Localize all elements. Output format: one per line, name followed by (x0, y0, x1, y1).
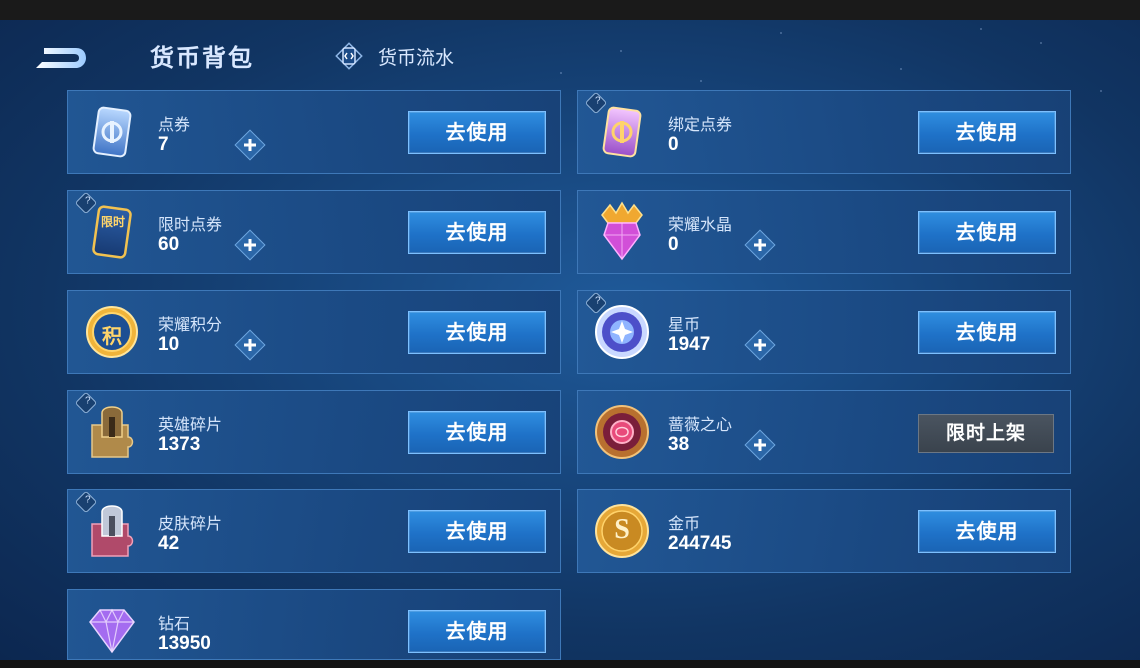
bound-coupon-ticket-icon (592, 101, 652, 163)
currency-card-star-coin: 星币 1947 去使用 (577, 290, 1071, 374)
limited-coupon-icon-text: 限时 (100, 215, 125, 229)
currency-card-gold-coin: S 金币 244745 去使用 (577, 489, 1071, 573)
currency-card-bound-coupon: 绑定点券 0 去使用 (577, 90, 1071, 174)
currency-amount: 13950 (158, 633, 211, 654)
use-skin-fragment-button[interactable]: 去使用 (408, 510, 546, 553)
glory-points-icon-text: 积 (102, 324, 122, 348)
back-arrow-icon (36, 48, 86, 68)
use-diamond-button[interactable]: 去使用 (408, 610, 546, 653)
rose-heart-icon (592, 401, 652, 463)
use-star-coin-button[interactable]: 去使用 (918, 311, 1056, 354)
currency-amount: 42 (158, 533, 180, 554)
currency-name: 蔷薇之心 (668, 415, 733, 434)
currency-amount: 60 (158, 234, 180, 255)
currency-amount: 1373 (158, 434, 201, 455)
currency-amount: 0 (668, 234, 679, 255)
use-gold-coin-button[interactable]: 去使用 (918, 510, 1056, 553)
star-coin-icon (592, 301, 652, 363)
gold-coin-icon-text: S (614, 514, 630, 545)
use-hero-fragment-button[interactable]: 去使用 (408, 411, 546, 454)
currency-name: 钻石 (158, 614, 191, 633)
add-coupon-button[interactable] (234, 129, 266, 161)
gold-coin-icon: S (592, 500, 652, 562)
currency-card-rose-heart: 蔷薇之心 38 限时上架 (577, 390, 1071, 474)
currency-name: 点券 (158, 115, 191, 134)
add-limited-coupon-button[interactable] (234, 229, 266, 261)
currency-amount: 7 (158, 134, 169, 155)
currency-card-glory-crystal: 荣耀水晶 0 去使用 (577, 190, 1071, 274)
use-bound-coupon-button[interactable]: 去使用 (918, 111, 1056, 154)
currency-name: 皮肤碎片 (158, 514, 223, 533)
currency-name: 荣耀水晶 (668, 215, 733, 234)
currency-flow-icon (334, 41, 364, 71)
diamond-icon (82, 600, 142, 660)
currency-amount: 10 (158, 334, 180, 355)
use-limited-coupon-button[interactable]: 去使用 (408, 211, 546, 254)
hero-fragment-icon (82, 401, 142, 463)
currency-card-hero-fragment: 英雄碎片 1373 去使用 (67, 390, 561, 474)
add-glory-points-button[interactable] (234, 329, 266, 361)
back-button[interactable] (30, 44, 88, 72)
use-glory-crystal-button[interactable]: 去使用 (918, 211, 1056, 254)
currency-flow-label: 货币流水 (378, 46, 455, 69)
currency-amount: 38 (668, 434, 690, 455)
glory-points-icon: 积 (82, 301, 142, 363)
currency-card-coupon: 点券 7 去使用 (67, 90, 561, 174)
use-glory-points-button[interactable]: 去使用 (408, 311, 546, 354)
currency-amount: 1947 (668, 334, 711, 355)
currency-flow-link[interactable]: 货币流水 (334, 40, 454, 72)
limited-coupon-icon: 限时 (82, 201, 142, 263)
currency-name: 金币 (668, 514, 701, 533)
currency-name: 绑定点券 (668, 115, 733, 134)
currency-card-diamond: 钻石 13950 去使用 (67, 589, 561, 660)
currency-name: 荣耀积分 (158, 315, 223, 334)
skin-fragment-icon (82, 500, 142, 562)
currency-name: 星币 (668, 315, 701, 334)
currency-card-glory-points: 积 荣耀积分 10 去使用 (67, 290, 561, 374)
currency-amount: 0 (668, 134, 679, 155)
page-title: 货币背包 (150, 44, 254, 72)
currency-name: 英雄碎片 (158, 415, 223, 434)
coupon-ticket-icon (82, 101, 142, 163)
add-rose-heart-button[interactable] (744, 429, 776, 461)
currency-card-limited-coupon: 限时 限时点券 60 去使用 (67, 190, 561, 274)
currency-name: 限时点券 (158, 215, 223, 234)
glory-crystal-icon (592, 201, 652, 263)
currency-backpack-screen: 货币背包 货币流水 点券 7 去使用 ? 绑定点券 0 去使用 ? 限时 限时点… (0, 20, 1140, 660)
currency-amount: 244745 (668, 533, 732, 554)
add-star-coin-button[interactable] (744, 329, 776, 361)
add-glory-crystal-button[interactable] (744, 229, 776, 261)
bottom-bar (0, 660, 1140, 668)
currency-card-skin-fragment: 皮肤碎片 42 去使用 (67, 489, 561, 573)
limited-release-button[interactable]: 限时上架 (918, 414, 1054, 453)
use-coupon-button[interactable]: 去使用 (408, 111, 546, 154)
